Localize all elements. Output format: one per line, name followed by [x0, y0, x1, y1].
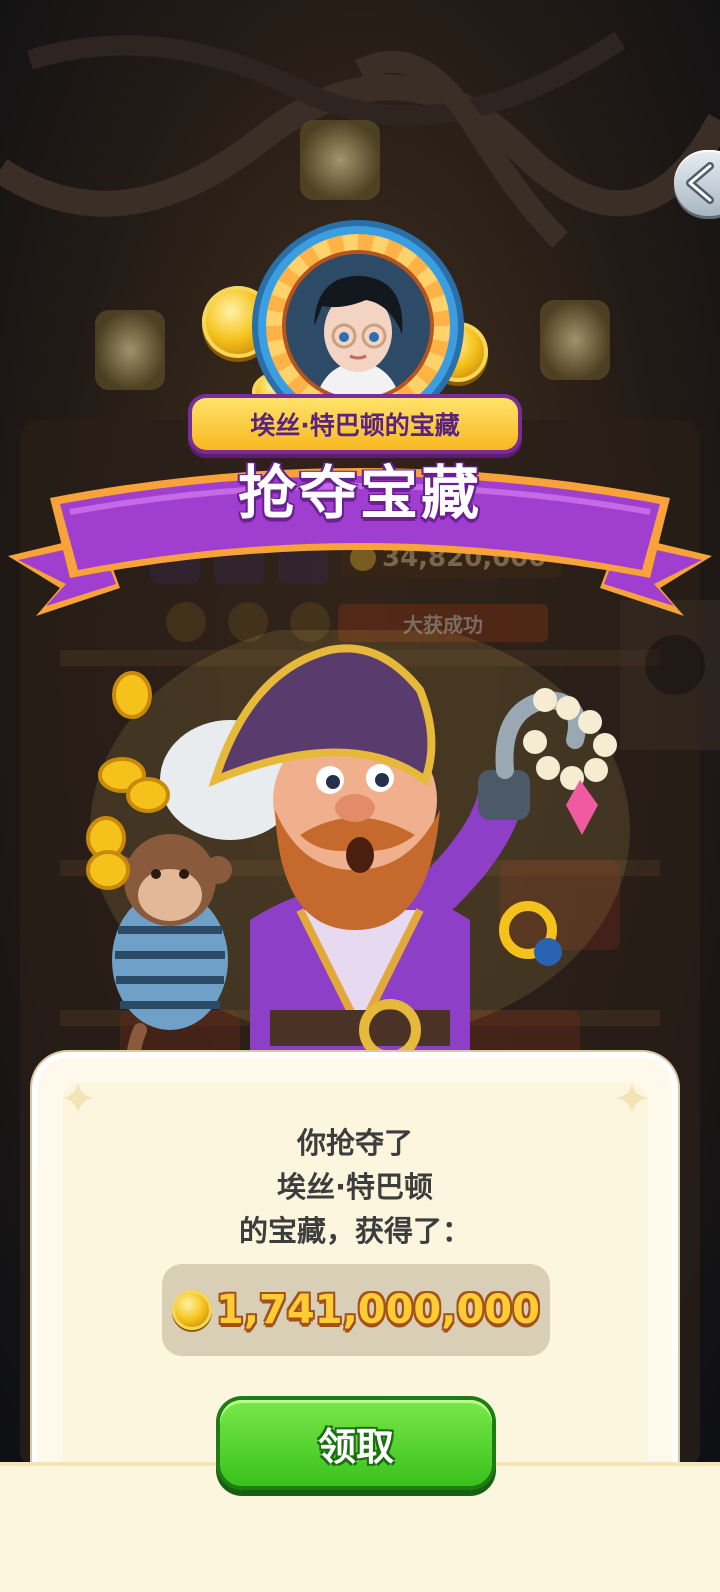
avatar-person-icon [286, 254, 430, 398]
player-avatar [258, 226, 458, 426]
sparkle-icon [62, 1082, 94, 1114]
reward-amount: 1,741,000,000 [216, 1287, 540, 1333]
chevron-left-icon [686, 162, 714, 204]
avatar-portrait [286, 254, 430, 398]
result-message-line-2: 埃丝·特巴顿 [276, 1170, 434, 1204]
result-message-line-1: 你抢夺了 [296, 1126, 413, 1160]
page-title: 抢夺宝藏 [237, 459, 482, 527]
result-message-line-3: 的宝藏，获得了： [238, 1214, 471, 1248]
game-scene: 34,820,000 大获成功 抢夺宝藏 埃丝·特巴顿的宝藏 你抢夺了 埃丝·特… [0, 0, 720, 1592]
gold-coin-icon [172, 1290, 213, 1330]
sparkle-icon [616, 1082, 648, 1114]
reward-amount-box: 1,741,000,000 [162, 1264, 550, 1356]
claim-button[interactable]: 领取 [220, 1400, 492, 1486]
treasure-owner-subtitle: 埃丝·特巴顿的宝藏 [192, 398, 518, 450]
pirate-illustration [86, 630, 630, 1092]
